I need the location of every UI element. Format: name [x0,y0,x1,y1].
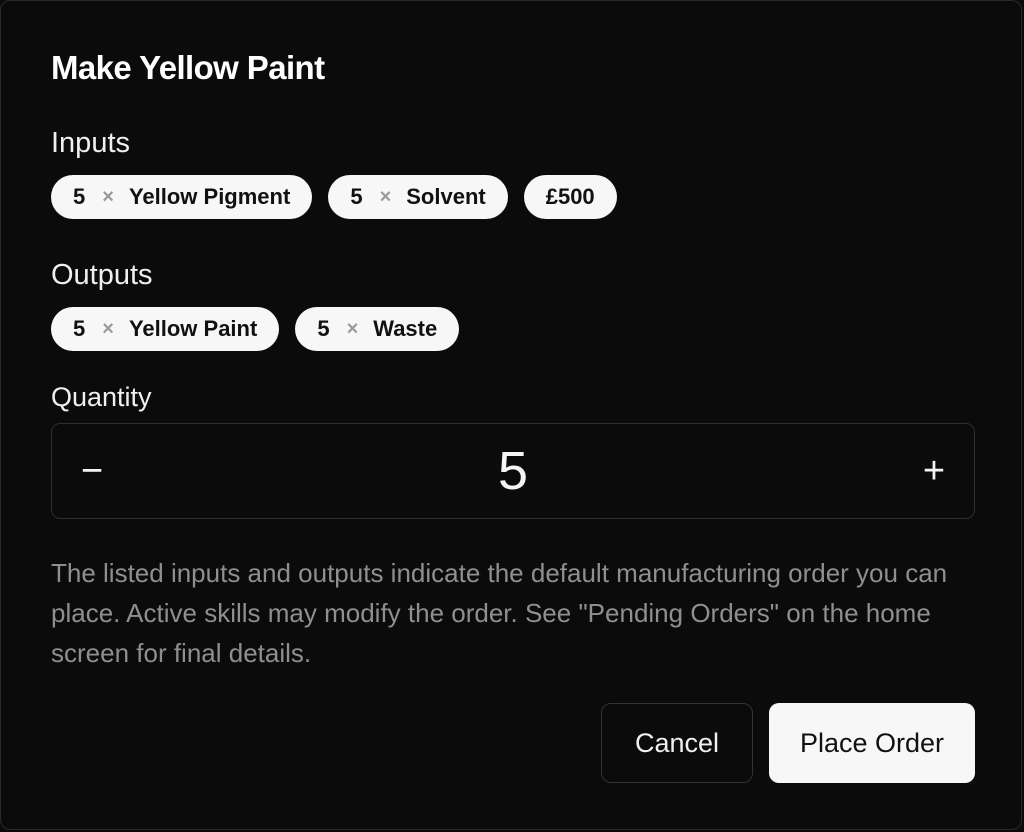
output-chip-yellow-paint: 5 × Yellow Paint [51,307,280,351]
decrement-button[interactable]: − [52,424,132,518]
make-order-dialog: Make Yellow Paint Inputs 5 × Yellow Pigm… [0,0,1022,830]
inputs-label: Inputs [51,127,130,159]
place-order-button[interactable]: Place Order [769,703,975,783]
times-icon: × [102,317,114,340]
order-info-note: The listed inputs and outputs indicate t… [51,558,948,668]
chip-item-name: Yellow Paint [128,316,258,341]
cancel-button[interactable]: Cancel [601,703,753,783]
input-chip-solvent: 5 × Solvent [328,175,508,219]
chip-quantity: 5 [73,184,86,209]
chip-quantity: 5 [350,184,363,209]
outputs-list: 5 × Yellow Paint 5 × Waste [51,307,460,351]
quantity-label: Quantity [51,382,152,412]
chip-quantity: 5 [73,316,86,341]
chip-item-name: Waste [373,316,438,341]
input-chip-yellow-pigment: 5 × Yellow Pigment [51,175,313,219]
times-icon: × [346,317,359,340]
input-chip-cost: £500 [523,175,617,219]
times-icon: × [379,185,392,208]
inputs-list: 5 × Yellow Pigment 5 × Solvent £500 [51,175,617,219]
chip-quantity: 5 [317,316,330,341]
dialog-title: Make Yellow Paint [51,49,325,86]
chip-item-name: Yellow Pigment [128,184,291,209]
chip-cost-value: £500 [545,184,595,209]
output-chip-waste: 5 × Waste [295,307,460,351]
outputs-label: Outputs [51,259,153,291]
times-icon: × [102,185,114,208]
increment-button[interactable]: + [894,424,974,518]
chip-item-name: Solvent [406,184,486,209]
quantity-value[interactable]: 5 [132,424,894,518]
quantity-stepper: − 5 + [51,423,975,519]
